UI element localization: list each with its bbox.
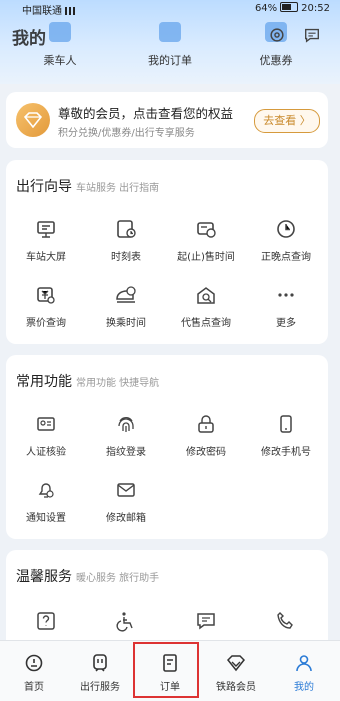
common-item-notification[interactable]: 通知设置	[6, 479, 86, 524]
section-title: 常用功能	[16, 374, 72, 390]
selection-highlight	[133, 642, 199, 698]
fare-icon	[37, 287, 55, 304]
passenger-icon	[49, 22, 71, 42]
tab-travel-service[interactable]: 出行服务	[66, 641, 134, 701]
section-subtitle: 常用功能 快捷导航	[76, 378, 160, 389]
travel-item-station-screen[interactable]: 车站大屏	[6, 218, 86, 263]
status-right: 64% 20:52	[254, 2, 330, 14]
bell-icon	[38, 483, 54, 498]
header-tab-orders[interactable]: 我的订单	[120, 20, 220, 68]
travel-item-agency-query[interactable]: 代售点查询	[166, 284, 246, 329]
section-title: 出行向导	[16, 179, 72, 195]
timetable-icon	[117, 220, 136, 238]
carrier: 中国联通	[22, 2, 79, 17]
page-title: 我的	[12, 29, 46, 49]
common-item-change-email[interactable]: 修改邮箱	[86, 479, 166, 524]
common-item-change-phone[interactable]: 修改手机号	[246, 413, 326, 458]
message-icon[interactable]	[303, 26, 321, 44]
travel-item-delay-query[interactable]: 正晚点查询	[246, 218, 326, 263]
travel-item-transfer-time[interactable]: 换乘时间	[86, 284, 166, 329]
transfer-icon	[116, 286, 136, 303]
section-subtitle: 暖心服务 旅行助手	[76, 573, 160, 584]
more-icon	[278, 293, 294, 297]
train-icon	[93, 654, 107, 672]
phone-icon	[280, 415, 292, 433]
common-item-change-password[interactable]: 修改密码	[166, 413, 246, 458]
station-screen-icon	[37, 221, 55, 238]
warm-item-help[interactable]	[6, 610, 86, 632]
id-card-icon	[37, 417, 55, 431]
view-benefits-button[interactable]: 去查看 〉	[254, 109, 320, 133]
mail-icon	[117, 483, 135, 497]
member-title: 尊敬的会员，点击查看您的权益	[58, 106, 234, 121]
fingerprint-icon	[118, 417, 134, 432]
travel-item-more[interactable]: 更多	[246, 284, 326, 329]
warm-item-hotline[interactable]	[246, 610, 326, 632]
travel-item-sale-time[interactable]: 起(止)售时间	[166, 218, 246, 263]
phone-call-icon	[277, 612, 293, 629]
question-icon	[37, 612, 55, 630]
travel-item-timetable[interactable]: 时刻表	[86, 218, 166, 263]
diamond-badge-icon	[16, 103, 50, 137]
diamond-icon	[226, 655, 246, 672]
agency-icon	[197, 287, 215, 304]
common-item-fingerprint[interactable]: 指纹登录	[86, 413, 166, 458]
warm-item-feedback[interactable]	[166, 610, 246, 632]
status-bar: 中国联通 64% 20:52	[0, 0, 340, 17]
order-icon	[159, 22, 181, 42]
section-subtitle: 车站服务 出行指南	[76, 183, 160, 194]
member-card[interactable]: 尊敬的会员，点击查看您的权益 积分兑换/优惠券/出行专享服务 去查看 〉	[6, 92, 328, 148]
section-title: 温馨服务	[16, 569, 72, 585]
clock-icon	[277, 220, 295, 238]
travel-item-fare-query[interactable]: 票价查询	[6, 284, 86, 329]
battery-icon	[280, 2, 299, 12]
header: 中国联通 64% 20:52 乘车人 我的订单 优惠券 我的	[0, 0, 340, 84]
tab-home[interactable]: 首页	[0, 641, 68, 701]
common-functions-section: 常用功能 常用功能 快捷导航 人证核验 指纹登录 修改密码 修改手机号 通知设置 …	[6, 355, 328, 539]
tab-rail-member[interactable]: 铁路会员	[202, 641, 270, 701]
travel-guide-section: 出行向导 车站服务 出行指南 车站大屏 时刻表 起(止)售时间 正晚点查询 票价查…	[6, 160, 328, 344]
signal-icon	[65, 7, 79, 15]
warm-services-section: 温馨服务 暖心服务 旅行助手	[6, 550, 328, 650]
wheelchair-icon	[116, 612, 133, 632]
common-item-id-verify[interactable]: 人证核验	[6, 413, 86, 458]
tab-mine[interactable]: 我的	[270, 641, 338, 701]
message-icon	[197, 613, 215, 630]
warm-item-accessibility[interactable]	[86, 610, 166, 632]
member-subtitle: 积分兑换/优惠券/出行专享服务	[58, 128, 195, 139]
gear-icon[interactable]	[268, 26, 286, 44]
user-icon	[296, 655, 312, 672]
bottom-tab-bar: 首页 出行服务 订单 铁路会员 我的	[0, 640, 340, 701]
home-icon	[25, 654, 43, 672]
sale-time-icon	[197, 222, 216, 238]
lock-icon	[198, 415, 214, 433]
